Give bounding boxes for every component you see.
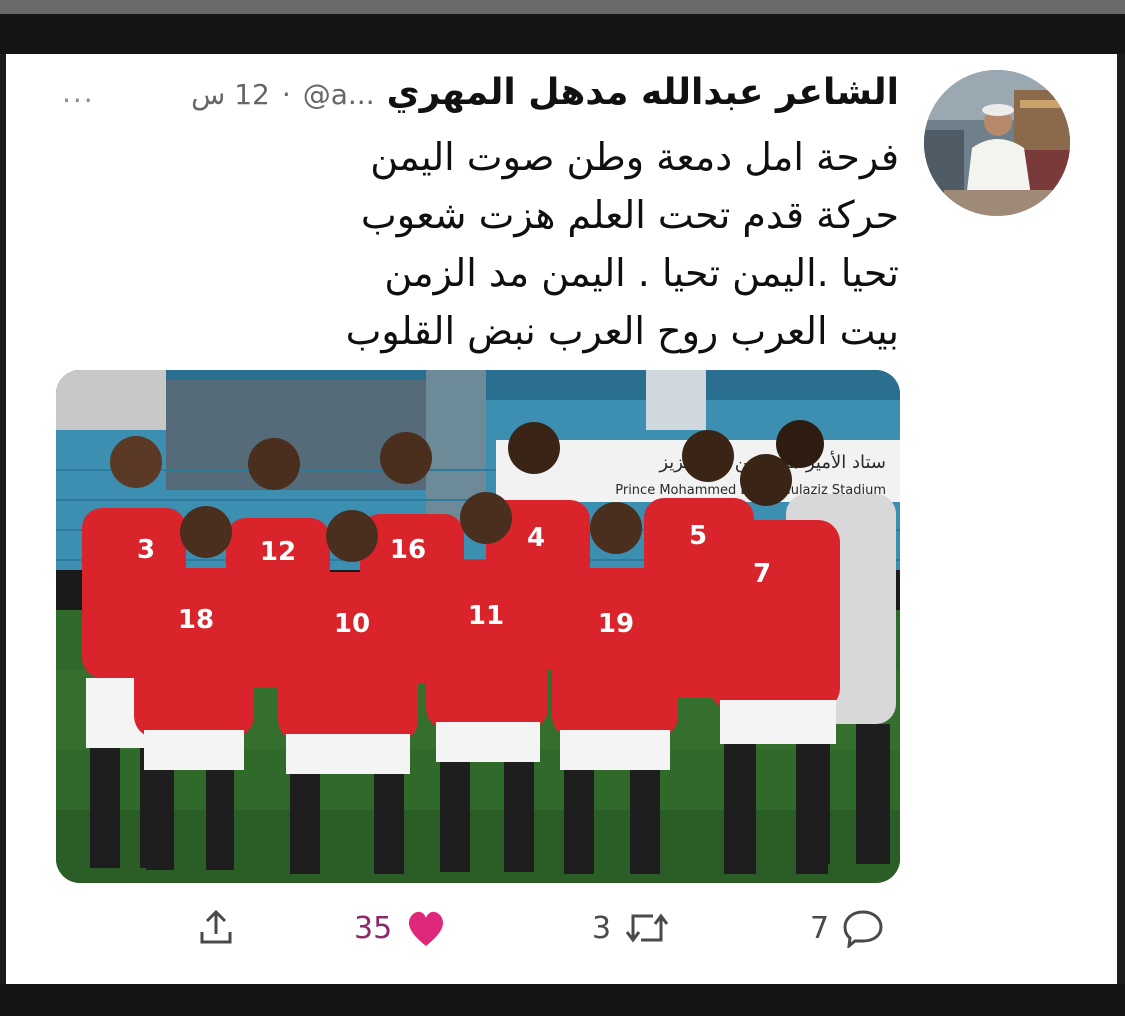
jersey-number: 16 (390, 535, 426, 565)
timestamp[interactable]: 12 س (191, 78, 270, 111)
jersey-number: 19 (598, 609, 634, 639)
bottom-bar (0, 984, 1125, 1016)
tweet-header: الشاعر عبدالله مدهل المهري @a... · 12 س (191, 72, 899, 113)
tweet-line: تحيا .اليمن تحيا . اليمن مد الزمن (384, 251, 899, 295)
more-options-icon[interactable]: ... (62, 76, 95, 109)
jersey-number: 4 (527, 523, 545, 553)
top-bar (0, 14, 1125, 54)
avatar-image (924, 70, 1070, 216)
jersey-number: 10 (334, 609, 370, 639)
tweet-line: بيت العرب روح العرب نبض القلوب (345, 309, 899, 353)
like-button[interactable]: 35 (354, 908, 448, 948)
retweet-count: 3 (592, 910, 612, 946)
separator-dot: · (281, 78, 291, 111)
author-name[interactable]: الشاعر عبدالله مدهل المهري (387, 72, 899, 113)
author-handle[interactable]: @a... (303, 78, 375, 111)
tweet-photo[interactable]: ستاد الأمير محمد بن عبدالعزيز Prince Moh… (56, 370, 900, 883)
share-icon (200, 909, 232, 944)
jersey-number: 5 (689, 521, 707, 551)
tweet-actions: 35 3 7 (0, 908, 1125, 968)
jersey-number: 3 (137, 535, 155, 565)
avatar[interactable] (924, 70, 1070, 216)
jersey-number: 12 (260, 537, 296, 567)
retweet-button[interactable]: 3 (592, 908, 671, 948)
jersey-number: 7 (753, 559, 771, 589)
jersey-number: 11 (468, 601, 504, 631)
top-frame (0, 0, 1125, 14)
team-photo: ستاد الأمير محمد بن عبدالعزيز Prince Moh… (56, 370, 900, 883)
heart-icon (409, 911, 444, 946)
share-button[interactable] (196, 908, 236, 948)
tweet-text: فرحة امل دمعة وطن صوت اليمن حركة قدم تحت… (279, 128, 899, 360)
tweet-line: فرحة امل دمعة وطن صوت اليمن (370, 135, 899, 179)
jersey-number: 18 (178, 605, 214, 635)
reply-count: 7 (810, 910, 830, 946)
reply-button[interactable]: 7 (810, 908, 885, 948)
like-count: 35 (354, 910, 393, 946)
comment-icon (843, 910, 883, 948)
tweet-line: حركة قدم تحت العلم هزت شعوب (360, 193, 899, 237)
retweet-icon (625, 913, 669, 943)
